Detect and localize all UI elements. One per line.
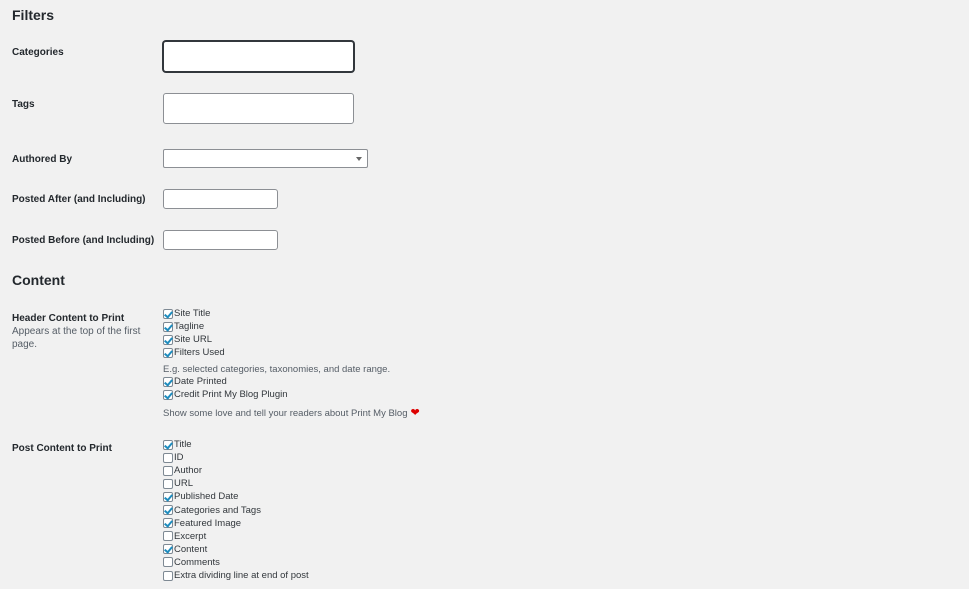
- checkbox-label[interactable]: Tagline: [174, 321, 204, 332]
- checkbox-label[interactable]: Categories and Tags: [174, 505, 261, 516]
- authored-by-select[interactable]: [163, 149, 368, 168]
- header-credit-print-my-blog-plugin-option[interactable]: Credit Print My Blog Plugin: [163, 388, 288, 401]
- post-featured-image-option[interactable]: Featured Image: [163, 517, 241, 530]
- header-filters-used-checkbox[interactable]: [163, 347, 173, 358]
- post-published-date-checkbox[interactable]: [163, 491, 173, 502]
- post-url-option[interactable]: URL: [163, 477, 193, 490]
- header-tagline-checkbox[interactable]: [163, 321, 173, 332]
- header-filters-used-option[interactable]: Filters Used: [163, 346, 225, 359]
- checkbox-label[interactable]: Site Title: [174, 308, 210, 319]
- post-content-option[interactable]: Content: [163, 543, 207, 556]
- posted-before-input[interactable]: [163, 230, 278, 250]
- post-id-checkbox[interactable]: [163, 452, 173, 463]
- filters-heading: Filters: [12, 7, 55, 23]
- filters-used-note: E.g. selected categories, taxonomies, an…: [163, 364, 391, 375]
- header-credit-print-my-blog-plugin-checkbox[interactable]: [163, 389, 173, 400]
- post-content-checkbox[interactable]: [163, 544, 173, 555]
- credit-note-text: Show some love and tell your readers abo…: [163, 408, 408, 419]
- tags-input[interactable]: [163, 93, 354, 124]
- checkbox-label[interactable]: Published Date: [174, 491, 238, 502]
- post-comments-option[interactable]: Comments: [163, 556, 220, 569]
- checkbox-label[interactable]: Extra dividing line at end of post: [174, 570, 309, 581]
- tags-label: Tags: [12, 99, 35, 110]
- post-excerpt-checkbox[interactable]: [163, 531, 173, 542]
- header-date-printed-option[interactable]: Date Printed: [163, 375, 227, 388]
- post-categories-and-tags-option[interactable]: Categories and Tags: [163, 504, 261, 517]
- post-id-option[interactable]: ID: [163, 451, 184, 464]
- checkbox-label[interactable]: Credit Print My Blog Plugin: [174, 389, 288, 400]
- header-site-title-option[interactable]: Site Title: [163, 307, 210, 320]
- posted-after-label: Posted After (and Including): [12, 194, 146, 205]
- post-excerpt-option[interactable]: Excerpt: [163, 530, 206, 543]
- categories-input[interactable]: [163, 41, 354, 72]
- header-site-url-option[interactable]: Site URL: [163, 333, 212, 346]
- checkbox-label[interactable]: ID: [174, 452, 184, 463]
- header-content-label: Header Content to Print: [12, 313, 125, 324]
- posted-before-label: Posted Before (and Including): [12, 235, 155, 246]
- checkbox-label[interactable]: Content: [174, 544, 207, 555]
- post-published-date-option[interactable]: Published Date: [163, 490, 238, 503]
- heart-icon: ❤: [410, 407, 420, 419]
- post-title-option[interactable]: Title: [163, 438, 192, 451]
- authored-by-label: Authored By: [12, 154, 72, 165]
- post-categories-and-tags-checkbox[interactable]: [163, 505, 173, 515]
- checkbox-label[interactable]: Excerpt: [174, 531, 206, 542]
- post-featured-image-checkbox[interactable]: [163, 518, 173, 529]
- checkbox-label[interactable]: Date Printed: [174, 376, 227, 387]
- post-content-label: Post Content to Print: [12, 443, 112, 454]
- header-site-title-checkbox[interactable]: [163, 308, 173, 319]
- post-comments-checkbox[interactable]: [163, 557, 173, 568]
- chevron-down-icon: [356, 157, 362, 161]
- checkbox-label[interactable]: Filters Used: [174, 347, 225, 358]
- posted-after-input[interactable]: [163, 189, 278, 209]
- categories-label: Categories: [12, 47, 64, 58]
- post-url-checkbox[interactable]: [163, 478, 173, 489]
- header-tagline-option[interactable]: Tagline: [163, 320, 204, 333]
- post-author-checkbox[interactable]: [163, 465, 173, 476]
- checkbox-label[interactable]: Author: [174, 465, 202, 476]
- checkbox-label[interactable]: Comments: [174, 557, 220, 568]
- checkbox-label[interactable]: Title: [174, 439, 192, 450]
- header-date-printed-checkbox[interactable]: [163, 376, 173, 387]
- content-heading: Content: [12, 272, 65, 288]
- post-title-checkbox[interactable]: [163, 439, 173, 450]
- checkbox-label[interactable]: URL: [174, 478, 193, 489]
- header-content-description: Appears at the top of the first page.: [12, 326, 141, 350]
- credit-note: Show some love and tell your readers abo…: [163, 406, 420, 419]
- post-author-option[interactable]: Author: [163, 464, 202, 477]
- post-extra-dividing-line-at-end-of-post-checkbox[interactable]: [163, 570, 173, 581]
- checkbox-label[interactable]: Site URL: [174, 334, 212, 345]
- checkbox-label[interactable]: Featured Image: [174, 518, 241, 529]
- post-extra-dividing-line-at-end-of-post-option[interactable]: Extra dividing line at end of post: [163, 569, 309, 582]
- header-site-url-checkbox[interactable]: [163, 334, 173, 345]
